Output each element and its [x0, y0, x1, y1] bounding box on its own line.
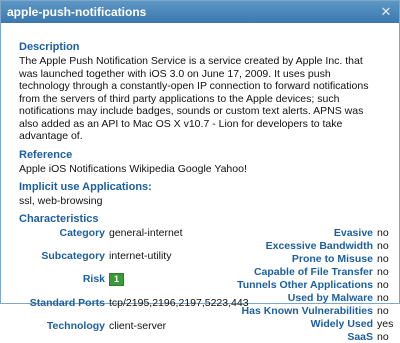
excessive-bandwidth-key: Excessive Bandwidth	[265, 239, 373, 252]
reference-link-yahoo[interactable]: Yahoo!	[214, 163, 247, 175]
malware-key: Used by Malware	[287, 291, 373, 304]
window-title: apple-push-notifications	[7, 5, 147, 19]
tunnels-key: Tunnels Other Applications	[237, 278, 373, 291]
saas-key: SaaS	[347, 330, 373, 343]
characteristics-heading: Characteristics	[19, 212, 99, 225]
reference-links: Apple iOS Notifications Wikipedia Google…	[19, 163, 389, 175]
malware-value: no	[377, 291, 389, 304]
characteristics-left-column: Category general-internet Subcategory in…	[19, 226, 249, 343]
technology-value: client-server	[109, 320, 167, 333]
vulnerabilities-key: Has Known Vulnerabilities	[241, 304, 373, 317]
description-text: The Apple Push Notification Service is a…	[19, 55, 369, 142]
reference-link-apple[interactable]: Apple iOS Notifications	[19, 163, 126, 175]
subcategory-value: internet-utility	[109, 249, 172, 262]
tunnels-value: no	[377, 278, 389, 291]
technology-key: Technology	[46, 320, 105, 333]
vulnerabilities-value: no	[377, 304, 389, 317]
subcategory-key: Subcategory	[41, 249, 105, 262]
reference-link-wikipedia[interactable]: Wikipedia	[129, 163, 175, 175]
content-area: Description The Apple Push Notification …	[1, 23, 399, 343]
file-transfer-value: no	[377, 265, 389, 278]
risk-value: 1	[109, 272, 219, 296]
reference-link-google[interactable]: Google	[178, 163, 212, 175]
category-key: Category	[59, 226, 105, 239]
excessive-bandwidth-value: no	[377, 239, 389, 252]
saas-value: no	[377, 330, 389, 343]
evasive-value: no	[377, 226, 389, 239]
standard-ports-value: tcp/2195,2196,2197,5223,443	[109, 297, 249, 310]
widely-used-key: Widely Used	[310, 317, 373, 330]
app-detail-window: apple-push-notifications ✕ Description T…	[0, 0, 400, 343]
risk-badge: 1	[109, 272, 125, 286]
characteristics-right-column: Evasive no Excessive Bandwidth no Prone …	[225, 227, 400, 343]
risk-key: Risk	[82, 272, 105, 285]
file-transfer-key: Capable of File Transfer	[253, 265, 373, 278]
category-value: general-internet	[109, 226, 183, 239]
close-icon[interactable]: ✕	[379, 5, 393, 19]
description-heading: Description	[19, 41, 80, 53]
implicit-apps-text: ssl, web-browsing	[19, 194, 103, 207]
prone-to-misuse-key: Prone to Misuse	[291, 252, 373, 265]
characteristics-table: Category general-internet Subcategory in…	[19, 226, 394, 343]
reference-heading: Reference	[19, 148, 73, 161]
evasive-key: Evasive	[333, 226, 373, 239]
prone-to-misuse-value: no	[377, 252, 389, 265]
implicit-apps-heading: Implicit use Applications:	[19, 180, 152, 193]
widely-used-value: yes	[377, 317, 394, 330]
standard-ports-key: Standard Ports	[29, 297, 105, 310]
window-titlebar: apple-push-notifications ✕	[1, 1, 399, 23]
